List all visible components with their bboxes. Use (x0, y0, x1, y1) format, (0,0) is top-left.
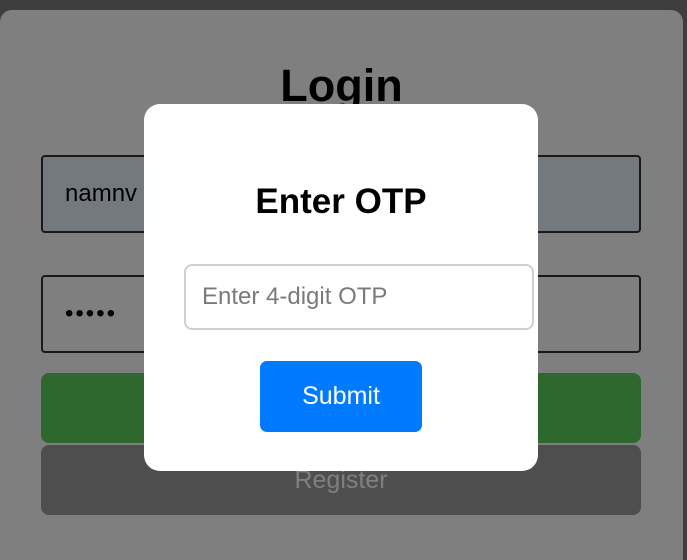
submit-button-label: Submit (302, 382, 380, 410)
otp-modal-title: Enter OTP (255, 182, 427, 221)
otp-input[interactable] (184, 264, 534, 330)
submit-button[interactable]: Submit (260, 361, 422, 432)
page: Login namnv ••••• Register Enter OTP Sub… (0, 0, 687, 560)
otp-modal: Enter OTP Submit (144, 104, 538, 471)
